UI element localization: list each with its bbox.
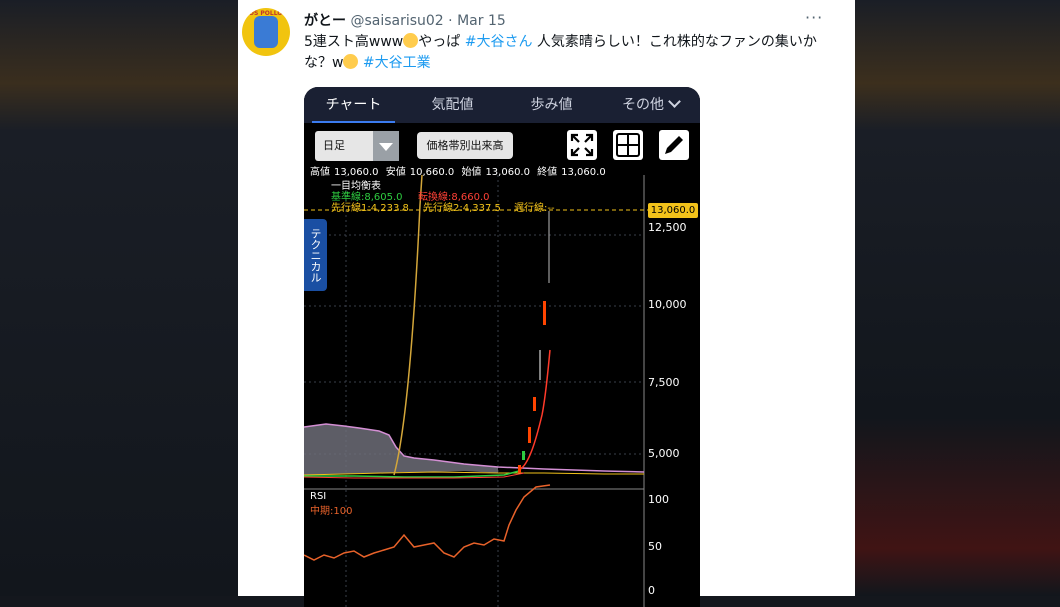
sweat-smile-emoji-icon — [343, 54, 359, 69]
candle — [522, 451, 525, 460]
candle — [533, 397, 536, 411]
tweet-date[interactable]: Mar 15 — [457, 13, 506, 29]
grid-icon[interactable] — [613, 130, 643, 160]
candle — [518, 465, 521, 473]
app-tabs: チャート 気配値 歩み値 その他 — [304, 87, 700, 123]
tweet-text-part: やっぱ — [418, 34, 465, 50]
expand-icon[interactable] — [567, 130, 597, 160]
rsi-axis-tick: 0 — [648, 584, 655, 597]
rsi-axis-tick: 100 — [648, 493, 669, 506]
tweet-text: 5連スト高www やっぱ #大谷さん 人気素晴らしい！これ株的なファンの集いかな？… — [304, 32, 834, 74]
tab-trades[interactable]: 歩み値 — [502, 87, 601, 123]
dropdown-arrow-icon — [373, 131, 399, 161]
background-right — [855, 0, 1060, 596]
period-select[interactable]: 日足 — [315, 131, 399, 161]
technical-side-tab[interactable]: テクニカル — [304, 219, 327, 291]
background-left — [0, 0, 238, 596]
more-options-icon[interactable]: ··· — [805, 8, 823, 27]
hashtag-link[interactable]: #大谷工業 — [363, 55, 431, 71]
hashtag-link[interactable]: #大谷さん — [465, 34, 533, 50]
separator: · — [448, 13, 453, 29]
tab-quotes[interactable]: 気配値 — [403, 87, 502, 123]
avatar-logo-icon — [254, 16, 278, 48]
price-axis-tick: 12,500 — [648, 221, 687, 234]
tab-other[interactable]: その他 — [601, 87, 700, 123]
chart-canvas[interactable] — [304, 175, 700, 607]
candle — [528, 427, 531, 443]
author-handle[interactable]: @saisarisu02 — [350, 13, 443, 29]
tweet-text-part: 5連スト高www — [304, 34, 404, 50]
tab-chart[interactable]: チャート — [304, 87, 403, 123]
price-axis-tick: 7,500 — [648, 376, 680, 389]
tab-other-label: その他 — [622, 97, 664, 113]
price-axis-tick: 5,000 — [648, 447, 680, 460]
avatar[interactable]: LOS POLLOS — [242, 8, 290, 56]
tweet-media-screenshot[interactable]: チャート 気配値 歩み値 その他 日足 価格帯別出来高 高値 13,060.0 安… — [304, 87, 700, 607]
tweet-header: がとー @saisarisu02 · Mar 15 — [304, 10, 506, 30]
period-select-value: 日足 — [323, 139, 345, 152]
price-axis-tick: 10,000 — [648, 298, 687, 311]
current-price-tag: 13,060.0 — [648, 203, 698, 218]
pencil-icon[interactable] — [659, 130, 689, 160]
senko2-label: 先行線2:4,337.5 — [423, 203, 501, 214]
author-name[interactable]: がとー — [304, 13, 346, 29]
senko1-label: 先行線1:4,233.8 — [331, 203, 409, 214]
rsi-axis-tick: 50 — [648, 540, 662, 553]
candles — [518, 211, 550, 473]
chikou-label: 遅行線:-- — [514, 203, 555, 214]
candle — [543, 301, 546, 325]
rsi-period: 中期:100 — [310, 506, 353, 517]
chevron-down-icon — [668, 95, 681, 108]
rsi-title: RSI — [310, 491, 327, 502]
volume-profile-button[interactable]: 価格帯別出来高 — [417, 132, 513, 159]
laughing-emoji-icon — [403, 33, 419, 48]
